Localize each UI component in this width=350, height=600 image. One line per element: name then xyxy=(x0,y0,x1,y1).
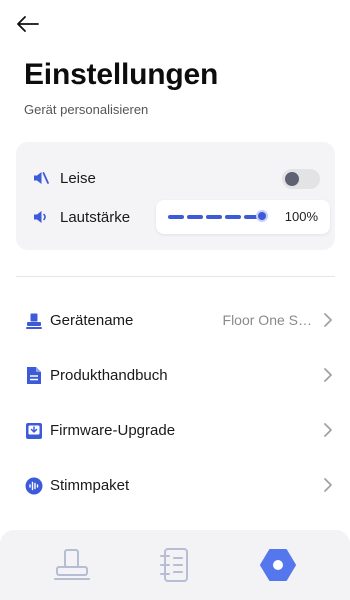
mute-row: Leise xyxy=(30,166,320,190)
settings-item-voice-pack[interactable]: Stimmpaket xyxy=(0,458,350,513)
volume-control: 100% xyxy=(156,200,330,234)
mute-label: Leise xyxy=(60,169,96,187)
settings-item-firmware[interactable]: Firmware-Upgrade xyxy=(0,403,350,458)
settings-list: Gerätename Floor One S… Produkthandbuch xyxy=(0,293,350,513)
settings-item-device-name[interactable]: Gerätename Floor One S… xyxy=(0,293,350,348)
volume-slider-thumb[interactable] xyxy=(256,210,268,222)
toggle-knob xyxy=(285,172,299,186)
page-title: Einstellungen xyxy=(24,58,219,91)
device-nav-icon xyxy=(53,549,90,580)
page-subtitle: Gerät personalisieren xyxy=(24,102,149,117)
chevron-right-icon xyxy=(324,368,332,382)
back-arrow-icon xyxy=(17,16,39,32)
chevron-right-icon xyxy=(324,478,332,492)
device-icon xyxy=(24,310,44,332)
settings-item-label: Stimmpaket xyxy=(50,477,130,494)
volume-slider[interactable] xyxy=(168,210,268,223)
mute-toggle[interactable] xyxy=(282,169,320,189)
settings-item-label: Gerätename xyxy=(50,312,134,329)
settings-item-manual[interactable]: Produkthandbuch xyxy=(0,348,350,403)
back-button[interactable] xyxy=(14,10,42,38)
speaker-volume-icon xyxy=(30,206,52,228)
volume-value: 100% xyxy=(284,209,318,224)
chevron-right-icon xyxy=(324,423,332,437)
volume-track-icon xyxy=(168,215,260,219)
voice-wave-icon xyxy=(24,475,44,497)
document-icon xyxy=(24,365,44,387)
sound-card: Leise Lautstärke 100% xyxy=(16,142,335,250)
chevron-right-icon xyxy=(324,313,332,327)
nav-device-button[interactable] xyxy=(44,540,100,590)
device-name-value: Floor One S… xyxy=(222,312,312,328)
volume-row: Lautstärke 100% xyxy=(30,200,330,234)
divider xyxy=(16,276,335,277)
nav-settings-button[interactable] xyxy=(250,540,306,590)
volume-label: Lautstärke xyxy=(60,208,131,226)
settings-screen: Einstellungen Gerät personalisieren Leis… xyxy=(0,0,350,600)
settings-item-label: Firmware-Upgrade xyxy=(50,422,176,439)
nav-manual-button[interactable] xyxy=(147,540,203,590)
speaker-muted-icon xyxy=(30,167,52,189)
manual-nav-icon xyxy=(159,548,188,582)
firmware-icon xyxy=(24,420,44,442)
settings-item-label: Produkthandbuch xyxy=(50,367,168,384)
settings-nav-icon xyxy=(260,549,297,581)
bottom-navigation xyxy=(0,530,350,600)
